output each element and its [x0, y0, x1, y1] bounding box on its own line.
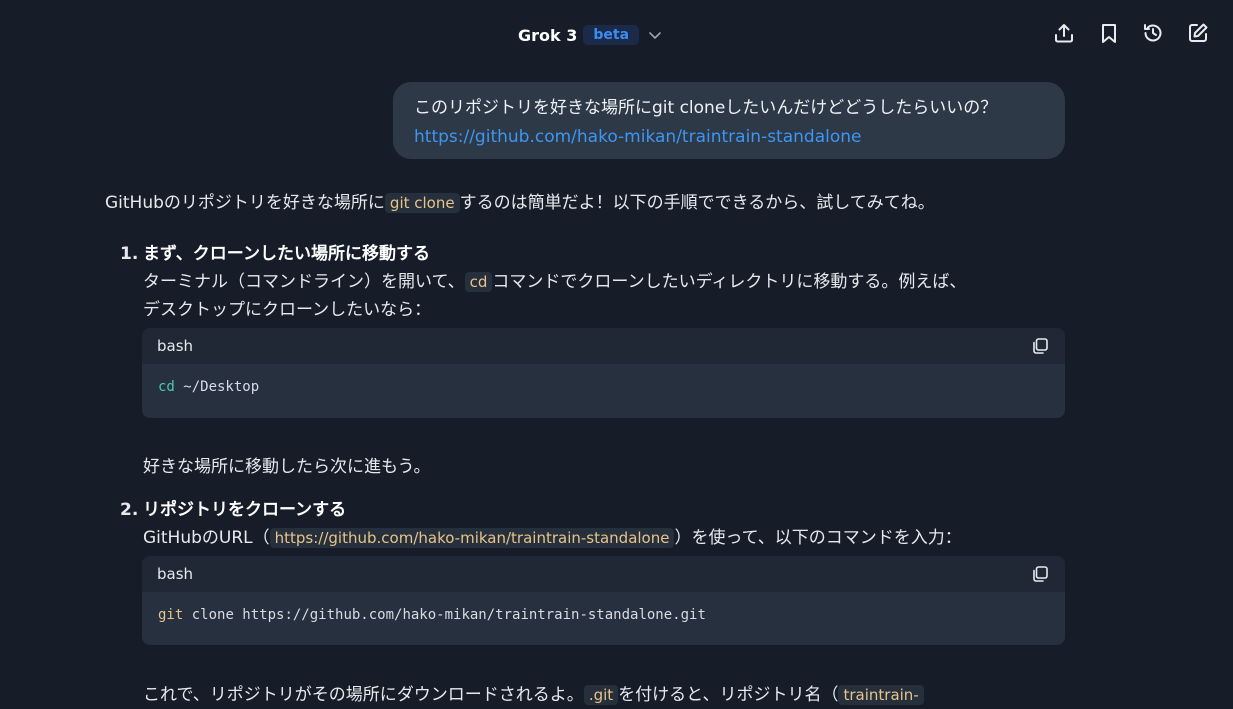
step-text: GitHubのURL（	[143, 528, 270, 548]
repo-link[interactable]: https://github.com/hako-mikan/traintrain…	[414, 127, 861, 147]
share-icon[interactable]	[1052, 21, 1076, 45]
step-title: リポジトリをクローンする	[143, 500, 347, 520]
copy-icon[interactable]	[1031, 337, 1049, 355]
step-number: 2.	[120, 500, 139, 520]
step-description: GitHubのURL（ https://github.com/hako-mikan…	[143, 524, 1063, 552]
beta-badge: beta	[583, 25, 640, 45]
step-text: ターミナル（コマンドライン）を開いて、	[143, 272, 465, 292]
code-block-header: bash	[142, 556, 1065, 592]
copy-icon[interactable]	[1031, 565, 1049, 583]
inline-code: traintrain-	[838, 685, 924, 705]
answer-intro: GitHubのリポジトリを好きな場所に git clone するのは簡単だよ！以下の…	[105, 189, 1105, 217]
code-command: git	[158, 607, 184, 623]
step-text: ）を使って、以下のコマンドを入力：	[674, 528, 962, 548]
step-text: コマンドでクローンしたいディレクトリに移動する。例えば、	[492, 272, 967, 292]
step-title: まず、クローンしたい場所に移動する	[143, 244, 430, 264]
code-args: ~/Desktop	[174, 379, 260, 395]
inline-code: .git	[583, 685, 619, 705]
inline-code: cd	[464, 272, 493, 292]
code-args: clone https://github.com/hako-mikan/trai…	[183, 607, 706, 623]
code-content: git clone https://github.com/hako-mikan/…	[142, 592, 1065, 638]
model-name: Grok 3	[518, 25, 578, 45]
inline-code: https://github.com/hako-mikan/traintrain…	[269, 528, 675, 548]
code-command: cd	[158, 379, 175, 395]
top-bar: Grok 3 beta	[0, 0, 1233, 70]
code-block: bash git clone https://github.com/hako-m…	[142, 556, 1065, 645]
step-number: 1.	[120, 244, 139, 264]
chevron-down-icon	[649, 32, 661, 39]
user-message: このリポジトリを好きな場所にgit cloneしたいんだけどどうしたらいいの？ h…	[393, 82, 1065, 159]
code-language: bash	[157, 565, 194, 583]
step-description: ターミナル（コマンドライン）を開いて、 cd コマンドでクローンしたいディレクトリに…	[143, 268, 1063, 324]
bookmark-icon[interactable]	[1097, 21, 1121, 45]
step-text: これで、リポジトリがその場所にダウンロードされるよ。	[143, 685, 584, 705]
code-block-header: bash	[142, 328, 1065, 364]
user-message-text: このリポジトリを好きな場所にgit cloneしたいんだけどどうしたらいいの？	[414, 98, 998, 118]
step-followup: 好きな場所に移動したら次に進もう。	[143, 457, 431, 477]
model-selector[interactable]: Grok 3 beta	[518, 22, 663, 48]
intro-text: GitHubのリポジトリを好きな場所に	[105, 193, 385, 213]
inline-code: git clone	[384, 193, 460, 213]
code-content: cd ~/Desktop	[142, 364, 1065, 410]
step-followup: これで、リポジトリがその場所にダウンロードされるよ。 .git を付けると、リポジト…	[143, 681, 1063, 709]
step-text: デスクトップにクローンしたいなら：	[143, 300, 432, 320]
edit-icon[interactable]	[1186, 21, 1210, 45]
code-block: bash cd ~/Desktop	[142, 328, 1065, 418]
step-text: を付けると、リポジトリ名（	[618, 685, 839, 705]
intro-text-end: するのは簡単だよ！以下の手順でできるから、試してみてね。	[459, 193, 935, 213]
code-language: bash	[157, 337, 194, 355]
history-icon[interactable]	[1141, 21, 1165, 45]
